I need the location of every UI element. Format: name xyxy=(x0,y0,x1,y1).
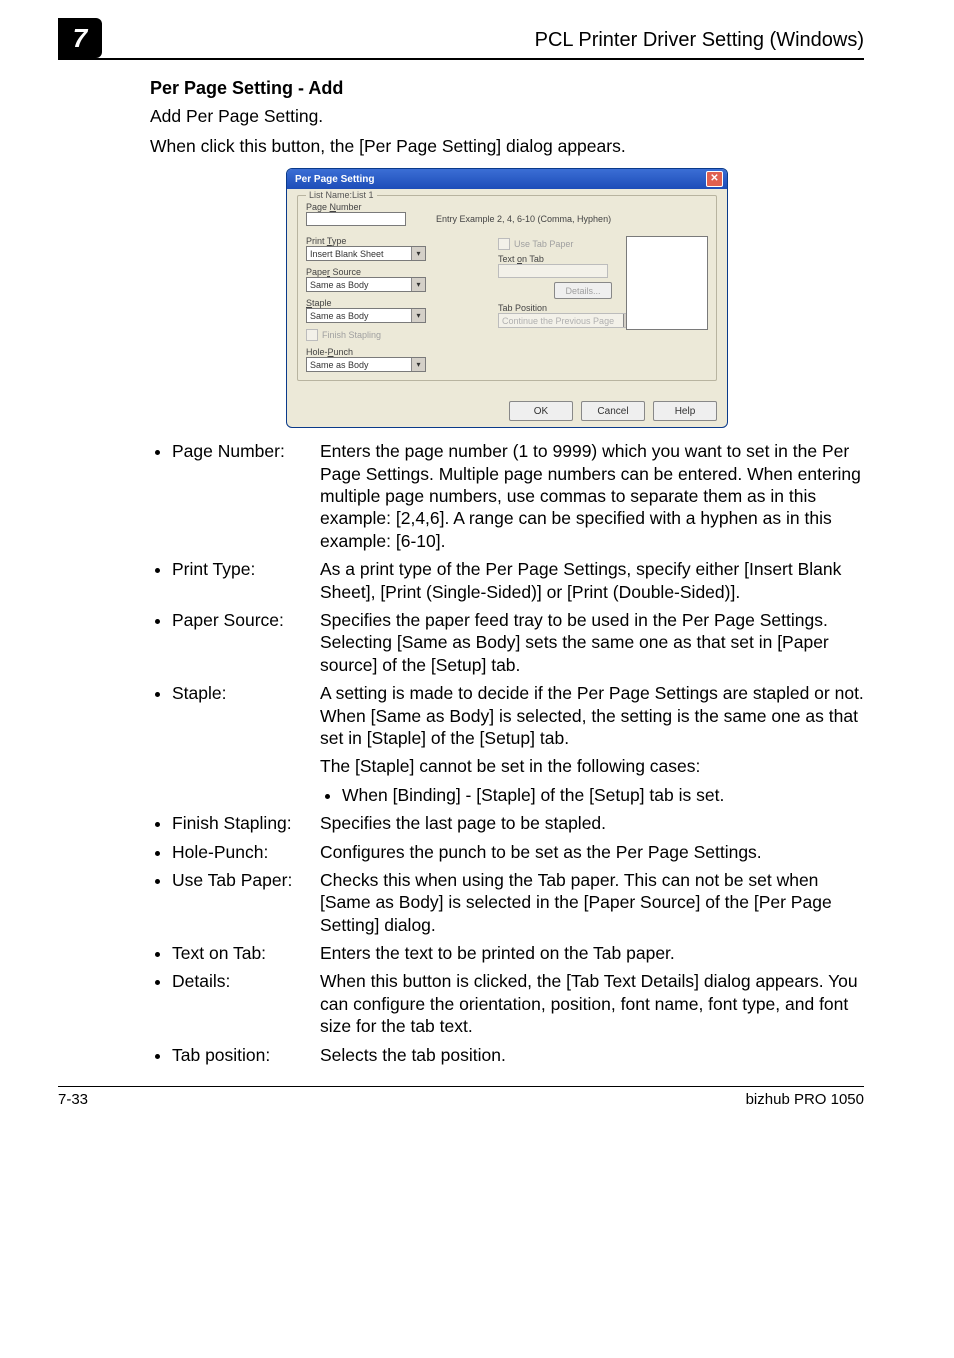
section-heading: Per Page Setting - Add xyxy=(150,78,864,99)
page-number-hint: Entry Example 2, 4, 6-10 (Comma, Hyphen) xyxy=(436,214,611,224)
per-page-setting-dialog: Per Page Setting ✕ List Name:List 1 Page… xyxy=(286,168,728,428)
page-number-input[interactable] xyxy=(306,212,406,226)
def-term: Print Type: xyxy=(172,558,320,580)
list-item: Page Number: Enters the page number (1 t… xyxy=(172,440,864,552)
preview-pane xyxy=(626,236,708,330)
page-number-label: Page Number xyxy=(306,202,708,212)
list-item: Use Tab Paper: Checks this when using th… xyxy=(172,869,864,936)
def-sub-item: When [Binding] - [Staple] of the [Setup]… xyxy=(342,784,864,806)
footer-page-number: 7-33 xyxy=(58,1091,88,1108)
intro-line-2: When click this button, the [Per Page Se… xyxy=(150,135,864,159)
hole-punch-label: Hole-Punch xyxy=(306,347,486,357)
dialog-title: Per Page Setting xyxy=(295,174,374,185)
def-desc: Checks this when using the Tab paper. Th… xyxy=(320,869,864,936)
chevron-down-icon: ▾ xyxy=(411,309,425,322)
def-term: Details: xyxy=(172,970,320,992)
def-term: Page Number: xyxy=(172,440,320,462)
ok-button[interactable]: OK xyxy=(509,401,573,421)
list-item: Details: When this button is clicked, th… xyxy=(172,970,864,1037)
def-desc: Selects the tab position. xyxy=(320,1044,864,1066)
def-desc: When this button is clicked, the [Tab Te… xyxy=(320,970,864,1037)
chevron-down-icon: ▾ xyxy=(411,358,425,371)
help-button[interactable]: Help xyxy=(653,401,717,421)
def-desc: As a print type of the Per Page Settings… xyxy=(320,558,864,603)
staple-label: Staple xyxy=(306,298,486,308)
cancel-button[interactable]: Cancel xyxy=(581,401,645,421)
def-desc: Configures the punch to be set as the Pe… xyxy=(320,841,864,863)
text-on-tab-input xyxy=(498,264,608,278)
def-desc: Enters the page number (1 to 9999) which… xyxy=(320,440,864,552)
close-icon[interactable]: ✕ xyxy=(706,171,723,187)
paper-source-select[interactable]: Same as Body▾ xyxy=(306,277,426,292)
group-legend: List Name:List 1 xyxy=(306,190,377,200)
def-desc: A setting is made to decide if the Per P… xyxy=(320,682,864,749)
print-type-select[interactable]: Insert Blank Sheet▾ xyxy=(306,246,426,261)
header-title: PCL Printer Driver Setting (Windows) xyxy=(535,29,864,58)
footer-product: bizhub PRO 1050 xyxy=(746,1091,864,1108)
def-desc: Specifies the last page to be stapled. xyxy=(320,812,864,834)
list-item: Finish Stapling: Specifies the last page… xyxy=(172,812,864,834)
paper-source-label: Paper Source xyxy=(306,267,486,277)
chevron-down-icon: ▾ xyxy=(411,278,425,291)
details-button: Details... xyxy=(554,282,612,299)
definition-list: Page Number: Enters the page number (1 t… xyxy=(150,440,864,1066)
list-item: Paper Source: Specifies the paper feed t… xyxy=(172,609,864,676)
list-item: Hole-Punch: Configures the punch to be s… xyxy=(172,841,864,863)
def-term: Finish Stapling: xyxy=(172,812,320,834)
def-term: Paper Source: xyxy=(172,609,320,631)
def-desc: Enters the text to be printed on the Tab… xyxy=(320,942,864,964)
intro-line-1: Add Per Page Setting. xyxy=(150,105,864,129)
def-term: Staple: xyxy=(172,682,320,704)
def-extra: The [Staple] cannot be set in the follow… xyxy=(320,755,864,777)
chapter-tab: 7 xyxy=(58,18,102,58)
def-term: Use Tab Paper: xyxy=(172,869,320,891)
def-term: Text on Tab: xyxy=(172,942,320,964)
list-item: Print Type: As a print type of the Per P… xyxy=(172,558,864,603)
list-item: Text on Tab: Enters the text to be print… xyxy=(172,942,864,964)
hole-punch-select[interactable]: Same as Body▾ xyxy=(306,357,426,372)
list-item: Staple: A setting is made to decide if t… xyxy=(172,682,864,806)
print-type-label: Print Type xyxy=(306,236,486,246)
tab-position-select: Continue the Previous Page▾ xyxy=(498,313,638,328)
def-term: Tab position: xyxy=(172,1044,320,1066)
finish-stapling-checkbox[interactable]: Finish Stapling xyxy=(306,329,486,341)
staple-select[interactable]: Same as Body▾ xyxy=(306,308,426,323)
def-desc: Specifies the paper feed tray to be used… xyxy=(320,609,864,676)
dialog-titlebar: Per Page Setting ✕ xyxy=(287,169,727,189)
chevron-down-icon: ▾ xyxy=(411,247,425,260)
list-item: Tab position: Selects the tab position. xyxy=(172,1044,864,1066)
def-term: Hole-Punch: xyxy=(172,841,320,863)
